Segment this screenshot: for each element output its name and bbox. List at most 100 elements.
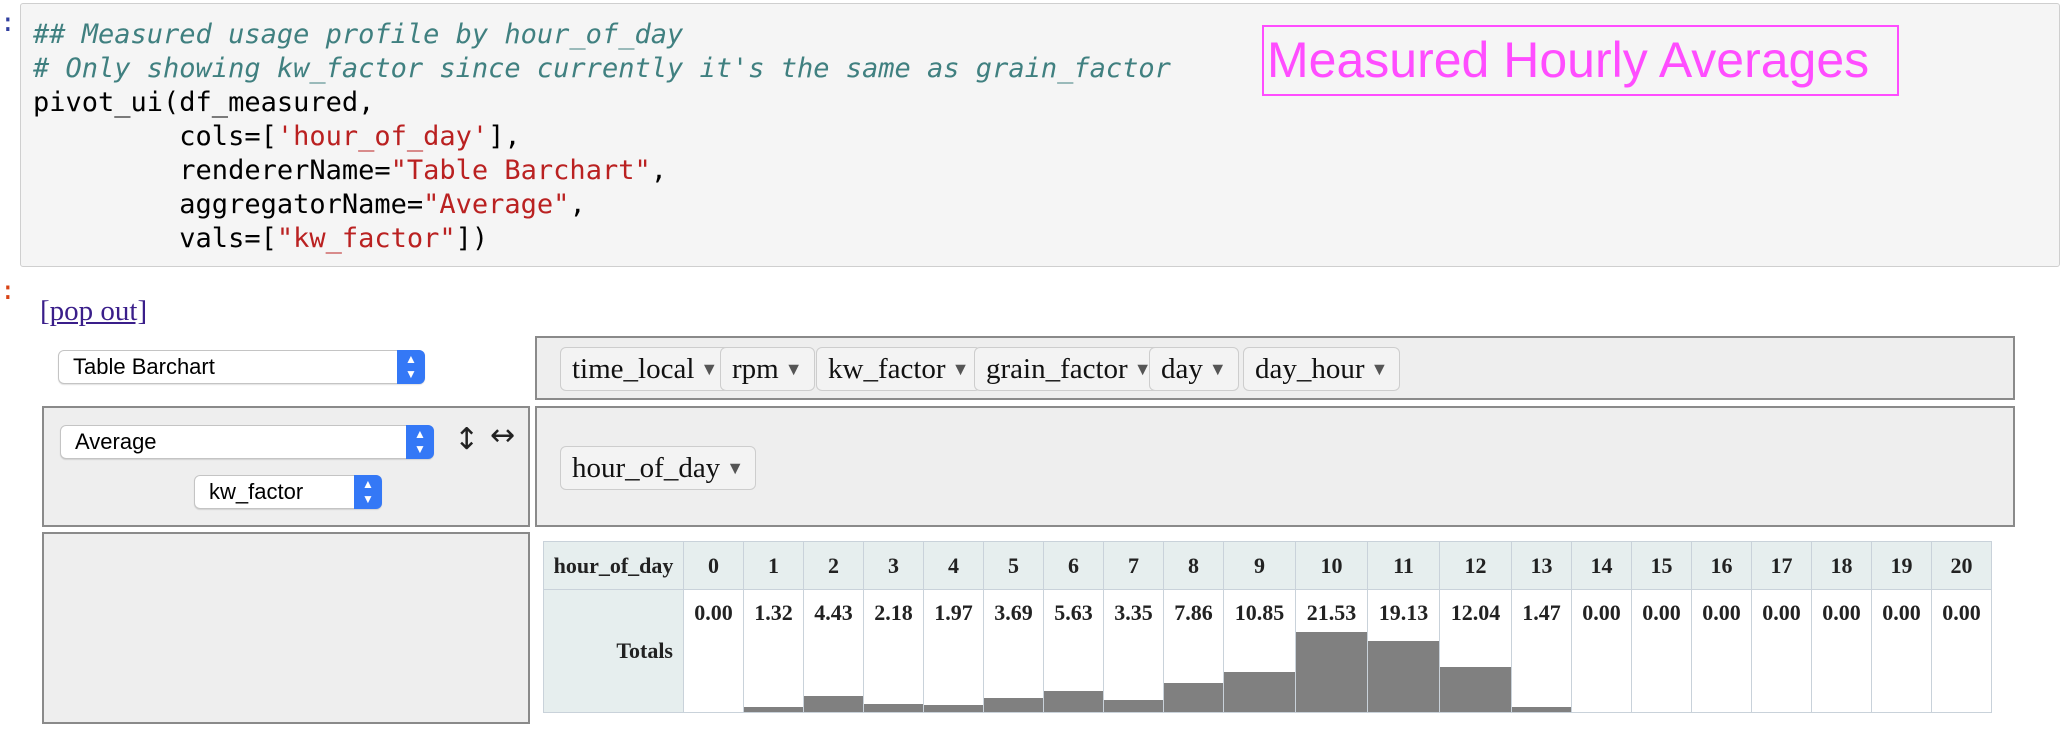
hour-header: 12 bbox=[1439, 541, 1512, 590]
code-string: 'hour_of_day' bbox=[276, 121, 489, 152]
hour-header: 4 bbox=[923, 541, 984, 590]
pop-out-link[interactable]: [pop out] bbox=[40, 295, 147, 328]
bar-cell: 2.18 bbox=[863, 589, 924, 713]
bar-cell: 3.69 bbox=[983, 589, 1044, 713]
code-line-call: pivot_ui(df_measured, bbox=[33, 87, 375, 118]
bar-value-label: 10.85 bbox=[1234, 600, 1285, 625]
bar-value-label: 21.53 bbox=[1306, 600, 1357, 625]
code-string: "Average" bbox=[423, 189, 570, 220]
bar-cell: 0.00 bbox=[1871, 589, 1932, 713]
bar-value-label: 5.63 bbox=[1054, 600, 1093, 625]
bar-value-label: 0.00 bbox=[1702, 600, 1741, 625]
caret-down-icon[interactable]: ▼ bbox=[952, 359, 970, 379]
bar-cell: 0.00 bbox=[1751, 589, 1812, 713]
bar-cell: 4.43 bbox=[803, 589, 864, 713]
renderer-select[interactable]: Table Barchart ▲ ▼ bbox=[58, 350, 425, 384]
attribute-pill-day[interactable]: day ▼ bbox=[1149, 347, 1239, 391]
code-text: vals=[ bbox=[33, 223, 277, 254]
code-text: ], bbox=[488, 121, 521, 152]
hour-header: 17 bbox=[1751, 541, 1812, 590]
bar-value-label: 4.43 bbox=[814, 600, 853, 625]
bar-value-label: 0.00 bbox=[1882, 600, 1921, 625]
bar-value-label: 1.32 bbox=[754, 600, 793, 625]
hour-header: 8 bbox=[1163, 541, 1224, 590]
bar-value-label: 0.00 bbox=[1822, 600, 1861, 625]
bar bbox=[924, 704, 983, 712]
bar-cell: 21.53 bbox=[1295, 589, 1368, 713]
bar-value-label: 0.00 bbox=[694, 600, 733, 625]
bar-cell: 7.86 bbox=[1163, 589, 1224, 713]
attribute-pill-rpm[interactable]: rpm ▼ bbox=[720, 347, 815, 391]
code-text: rendererName= bbox=[33, 155, 391, 186]
bar-cell: 1.97 bbox=[923, 589, 984, 713]
caret-down-icon[interactable]: ▼ bbox=[1371, 359, 1389, 379]
bar-value-label: 1.97 bbox=[934, 600, 973, 625]
select-arrows-icon: ▲ ▼ bbox=[397, 350, 425, 384]
bar-value-label: 0.00 bbox=[1762, 600, 1801, 625]
attribute-pill-hour-of-day[interactable]: hour_of_day ▼ bbox=[560, 446, 757, 490]
code-text: aggregatorName= bbox=[33, 189, 424, 220]
column-attributes-area: hour_of_day ▼ bbox=[535, 406, 2015, 527]
caret-down-icon[interactable]: ▼ bbox=[1209, 359, 1227, 379]
aggregator-select[interactable]: Average ▲ ▼ bbox=[60, 425, 434, 459]
bar-cell: 0.00 bbox=[1631, 589, 1692, 713]
attribute-pill-kw-factor[interactable]: kw_factor ▼ bbox=[816, 347, 982, 391]
code-line-aggregator: aggregatorName="Average", bbox=[33, 188, 585, 222]
bar-cell: 1.32 bbox=[743, 589, 804, 713]
code-string: "kw_factor" bbox=[276, 223, 456, 254]
value-select-text: kw_factor bbox=[209, 479, 304, 504]
bar-cell: 0.00 bbox=[1931, 589, 1992, 713]
code-line-cols: cols=['hour_of_day'], bbox=[33, 120, 521, 154]
bar bbox=[1368, 640, 1439, 712]
pivot-axis-label: hour_of_day bbox=[543, 541, 684, 590]
hour-header: 6 bbox=[1043, 541, 1104, 590]
bar-cell: 19.13 bbox=[1367, 589, 1440, 713]
bar-value-label: 2.18 bbox=[874, 600, 913, 625]
hour-header: 15 bbox=[1631, 541, 1692, 590]
hour-header: 18 bbox=[1811, 541, 1872, 590]
hour-header: 10 bbox=[1295, 541, 1368, 590]
pivot-header-row: hour_of_day 0 1 2 3 4 5 6 7 8 9 10 11 12 13 14 15 16 17 18… bbox=[543, 541, 1992, 590]
bar-value-label: 19.13 bbox=[1378, 600, 1429, 625]
hour-header: 16 bbox=[1691, 541, 1752, 590]
bar-value-label: 12.04 bbox=[1450, 600, 1501, 625]
hour-header: 14 bbox=[1571, 541, 1632, 590]
bar bbox=[1512, 706, 1571, 712]
bar-value-label: 0.00 bbox=[1642, 600, 1681, 625]
attribute-pill-grain-factor[interactable]: grain_factor ▼ bbox=[974, 347, 1164, 391]
bar-cell: 5.63 bbox=[1043, 589, 1104, 713]
col-order-arrow-icon[interactable]: ↔ bbox=[490, 418, 515, 453]
code-comment-2: # Only showing kw_factor since currently… bbox=[33, 53, 1171, 84]
attribute-label: rpm bbox=[732, 353, 779, 385]
bar-cell: 0.00 bbox=[1811, 589, 1872, 713]
hour-header: 13 bbox=[1511, 541, 1572, 590]
bar-value-label: 3.69 bbox=[994, 600, 1033, 625]
attribute-pill-day-hour[interactable]: day_hour ▼ bbox=[1243, 347, 1401, 391]
hour-header: 3 bbox=[863, 541, 924, 590]
bar-value-label: 7.86 bbox=[1174, 600, 1213, 625]
row-attributes-area bbox=[42, 532, 530, 724]
annotation-label: Measured Hourly Averages bbox=[1262, 25, 1899, 96]
renderer-select-value: Table Barchart bbox=[73, 354, 215, 379]
hour-header: 19 bbox=[1871, 541, 1932, 590]
hour-header: 20 bbox=[1931, 541, 1992, 590]
bar bbox=[744, 707, 803, 712]
select-arrows-icon: ▲ ▼ bbox=[406, 425, 434, 459]
pivot-table: hour_of_day 0 1 2 3 4 5 6 7 8 9 10 11 12 13 14 15 16 17 18… bbox=[543, 541, 1992, 713]
attribute-pill-time-local[interactable]: time_local ▼ bbox=[560, 347, 731, 391]
bar-cell: 3.35 bbox=[1103, 589, 1164, 713]
attribute-label: time_local bbox=[572, 353, 695, 385]
row-order-arrow-icon[interactable]: ↕ bbox=[454, 422, 479, 457]
code-text: , bbox=[650, 155, 667, 186]
value-attribute-select[interactable]: kw_factor ▲ ▼ bbox=[194, 475, 382, 509]
output-prompt-marker: : bbox=[0, 276, 16, 306]
bar-value-label: 1.47 bbox=[1522, 600, 1561, 625]
hour-header: 11 bbox=[1367, 541, 1440, 590]
bar bbox=[864, 703, 923, 712]
attribute-label: day_hour bbox=[1255, 353, 1365, 385]
caret-down-icon[interactable]: ▼ bbox=[785, 359, 803, 379]
caret-down-icon[interactable]: ▼ bbox=[700, 359, 718, 379]
caret-down-icon[interactable]: ▼ bbox=[726, 458, 744, 478]
attribute-label: kw_factor bbox=[828, 353, 946, 385]
attribute-label: grain_factor bbox=[986, 353, 1128, 385]
